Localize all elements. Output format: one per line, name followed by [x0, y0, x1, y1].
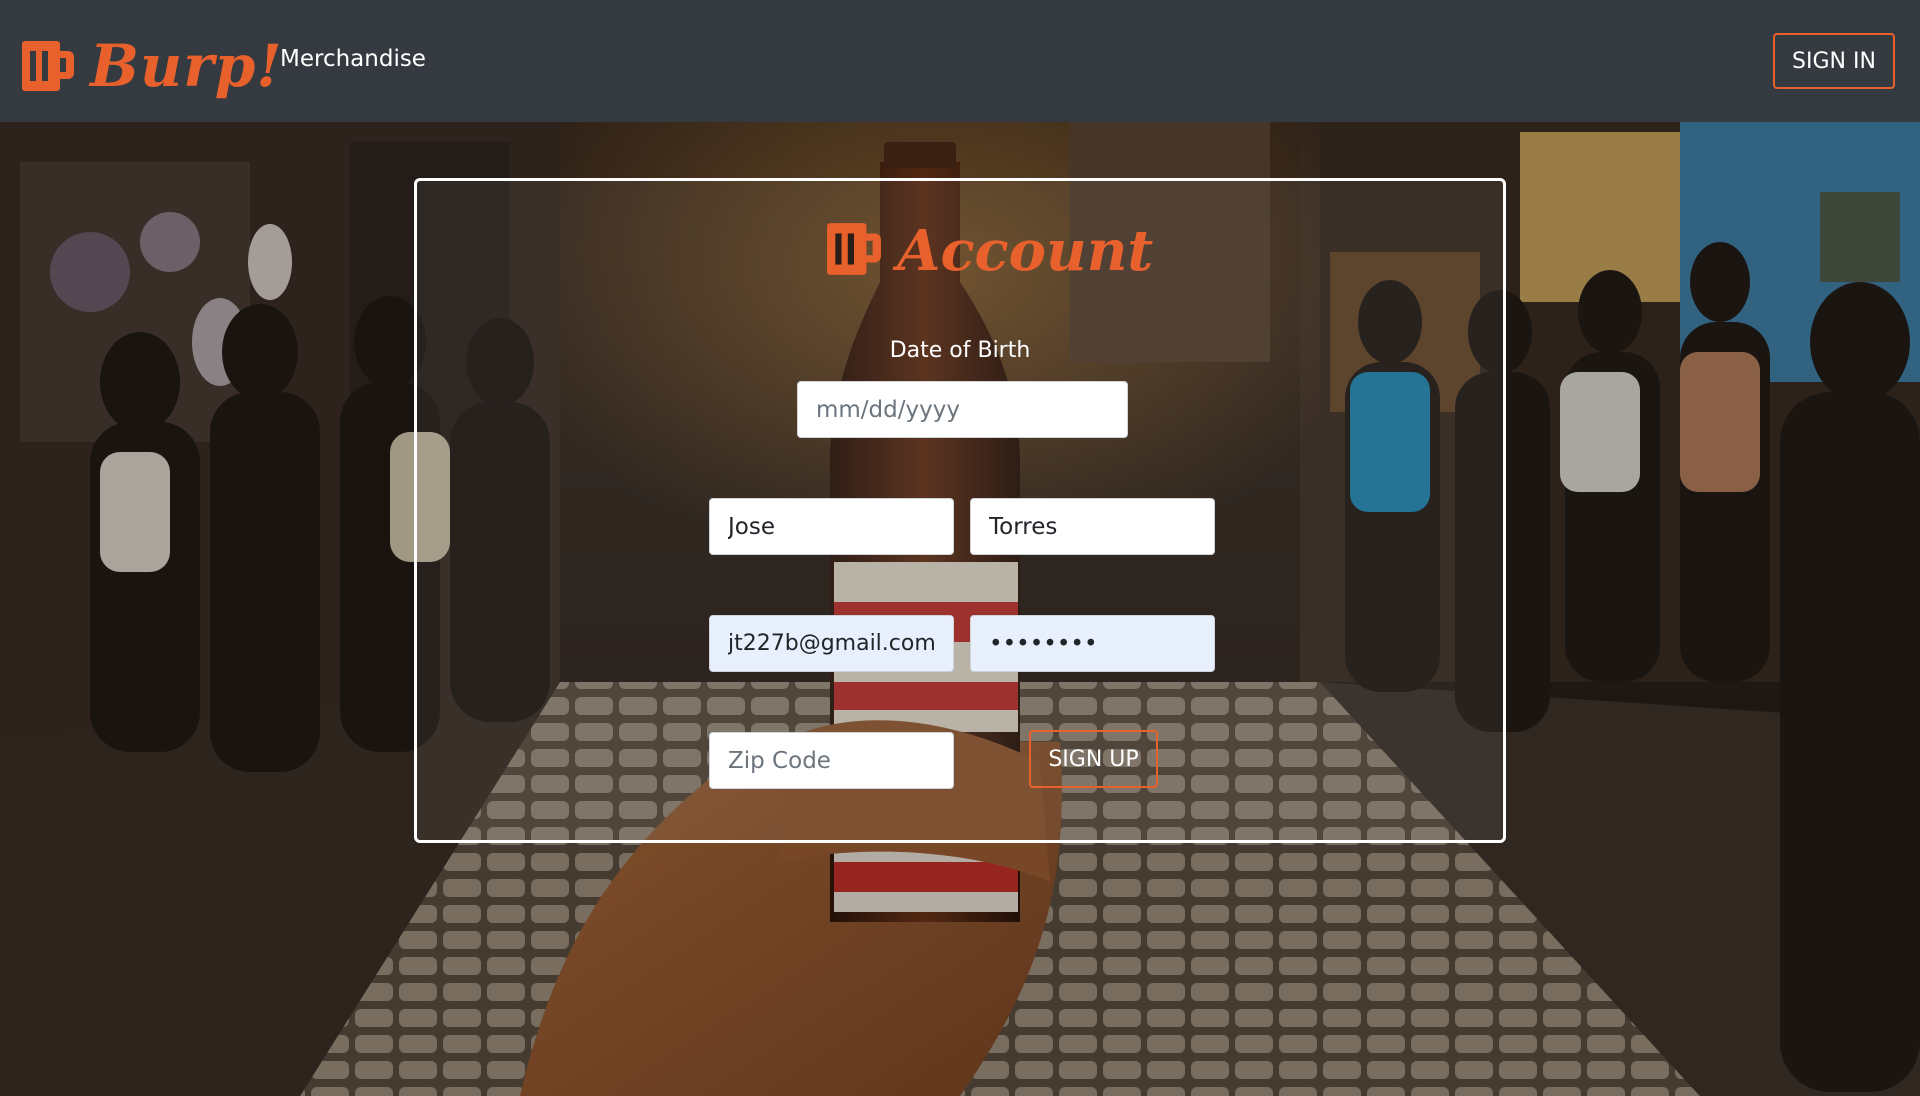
navbar: Burp! Merchandise SIGN IN — [0, 0, 1920, 122]
last-name-input[interactable] — [970, 498, 1215, 555]
dob-input[interactable] — [797, 381, 1128, 438]
account-logo: Account — [827, 221, 1153, 281]
dob-label: Date of Birth — [889, 338, 1031, 363]
password-input[interactable] — [970, 615, 1215, 672]
beer-mug-icon — [827, 221, 881, 281]
first-name-input[interactable] — [709, 498, 954, 555]
zip-code-input[interactable] — [709, 732, 954, 789]
nav-link-merchandise[interactable]: Merchandise — [280, 46, 426, 72]
beer-mug-icon — [22, 39, 74, 93]
sign-up-button[interactable]: SIGN UP — [1029, 730, 1158, 788]
brand-logo[interactable]: Burp! — [22, 26, 283, 106]
brand-name: Burp! — [90, 32, 283, 100]
account-heading: Account — [897, 218, 1154, 284]
sign-in-button[interactable]: SIGN IN — [1773, 33, 1895, 89]
email-input[interactable] — [709, 615, 954, 672]
signup-form-card: Account Date of Birth SIGN UP — [414, 178, 1506, 843]
